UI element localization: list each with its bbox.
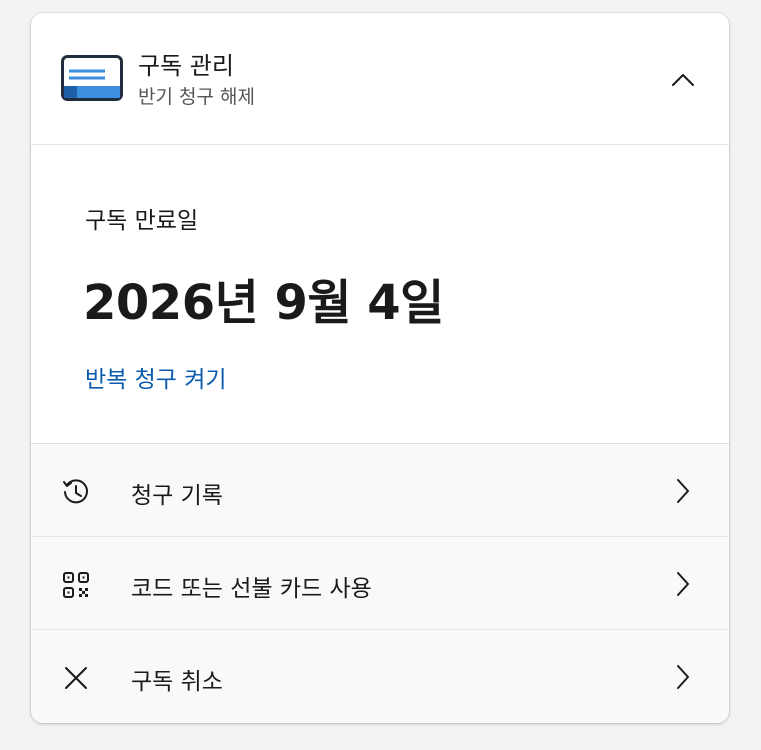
option-label: 구독 취소 <box>131 669 223 695</box>
chevron-right-icon <box>673 664 693 690</box>
expiry-date: 2026년 9월 4일 <box>83 275 444 331</box>
close-icon <box>61 663 91 693</box>
subscription-header[interactable]: 구독 관리 반기 청구 해제 <box>31 13 729 145</box>
turn-on-recurring-billing-link[interactable]: 반복 청구 켜기 <box>85 360 227 394</box>
option-label: 청구 기록 <box>131 483 223 509</box>
history-icon <box>61 477 91 507</box>
header-subtitle: 반기 청구 해제 <box>138 86 255 108</box>
subscription-card: 구독 관리 반기 청구 해제 구독 만료일 2026년 9월 4일 반복 청구 … <box>31 13 729 723</box>
options-list: 청구 기록 코드 또는 선불 카드 사용 구독 취소 <box>31 443 729 723</box>
qr-code-icon <box>61 570 91 600</box>
chevron-right-icon <box>673 571 693 597</box>
collapse-button[interactable] <box>663 65 703 97</box>
expiry-section: 구독 만료일 2026년 9월 4일 반복 청구 켜기 <box>31 145 729 443</box>
chevron-up-icon <box>671 72 695 91</box>
chevron-right-icon <box>673 478 693 504</box>
option-label: 코드 또는 선불 카드 사용 <box>131 576 372 602</box>
header-title: 구독 관리 <box>138 52 234 80</box>
billing-history-option[interactable]: 청구 기록 <box>31 444 729 537</box>
cancel-subscription-option[interactable]: 구독 취소 <box>31 630 729 723</box>
expiry-label: 구독 만료일 <box>85 208 199 234</box>
redeem-code-option[interactable]: 코드 또는 선불 카드 사용 <box>31 537 729 630</box>
subscription-card-icon <box>61 55 123 101</box>
